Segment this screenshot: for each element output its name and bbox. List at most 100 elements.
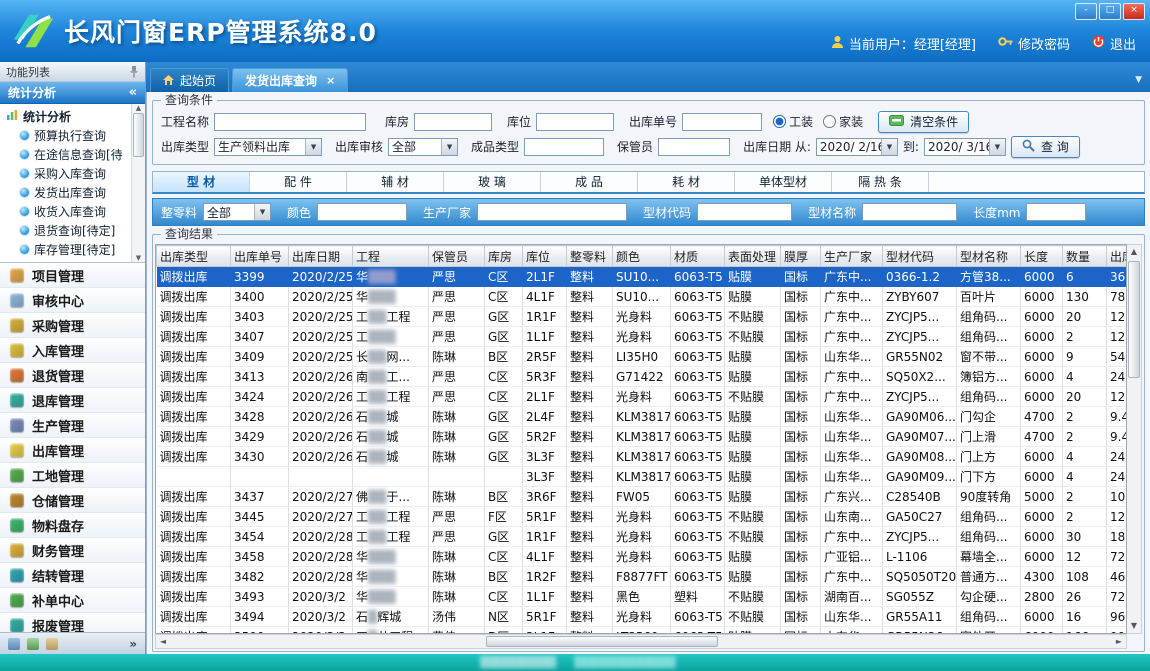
- search-button[interactable]: 查 询: [1011, 136, 1080, 158]
- profile-code-input[interactable]: [697, 203, 792, 221]
- column-header[interactable]: 工程: [353, 246, 429, 267]
- scroll-up-icon[interactable]: ▲: [1131, 245, 1137, 259]
- table-row[interactable]: 调拨出库34092020/2/25长▒▒网...陈琳B区2R5F整料LI35H0…: [157, 347, 1128, 367]
- sidebar-menu-item[interactable]: 退库管理: [0, 388, 145, 413]
- table-row[interactable]: 调拨出库34282020/2/26石▒▒城陈琳G区2L4F整料KLM381760…: [157, 407, 1128, 427]
- table-row[interactable]: 调拨出库34822020/2/28华▒▒▒陈琳B区1R2F整料F8877FT60…: [157, 567, 1128, 587]
- material-tab[interactable]: 隔 热 条: [832, 172, 929, 192]
- manufacturer-input[interactable]: [477, 203, 627, 221]
- zhenglingliao-select[interactable]: 全部▼: [203, 203, 271, 221]
- column-header[interactable]: 整零料: [567, 246, 613, 267]
- tab-active[interactable]: 发货出库查询×: [232, 68, 348, 92]
- clear-conditions-button[interactable]: 清空条件: [878, 111, 969, 133]
- table-row[interactable]: 调拨出库34372020/2/27佛▒▒于...陈琳B区3R6F整料FW0560…: [157, 487, 1128, 507]
- scroll-right-icon[interactable]: ►: [1112, 637, 1126, 646]
- material-tab[interactable]: 辅 材: [347, 172, 444, 192]
- maximize-button[interactable]: □: [1099, 3, 1121, 20]
- column-header[interactable]: 长度: [1021, 246, 1063, 267]
- table-row[interactable]: 调拨出库34302020/2/26石▒▒城陈琳G区3L3F整料KLM381760…: [157, 447, 1128, 467]
- sidebar-menu-item[interactable]: 出库管理: [0, 438, 145, 463]
- folder-view-icon[interactable]: [46, 638, 58, 650]
- audit-select[interactable]: 全部▼: [388, 138, 458, 156]
- material-tab[interactable]: 型 材: [153, 172, 250, 192]
- tab-inactive[interactable]: 起始页: [150, 68, 229, 92]
- table-row[interactable]: 调拨出库34452020/2/27工▒▒工程严思F区5R1F整料光身料6063-…: [157, 507, 1128, 527]
- tree-item[interactable]: 收货入库查询: [6, 202, 130, 221]
- sidebar-menu-item[interactable]: 结转管理: [0, 563, 145, 588]
- gongzhuang-radio-input[interactable]: [773, 115, 786, 128]
- collapse-icon[interactable]: «: [129, 85, 137, 100]
- sidebar-menu-item[interactable]: 入库管理: [0, 338, 145, 363]
- sidebar-menu-item[interactable]: 报废管理: [0, 613, 145, 632]
- tree-scrollbar-thumb[interactable]: [133, 113, 144, 157]
- date-to-picker[interactable]: 2020/ 3/16▼: [924, 138, 1006, 156]
- table-row[interactable]: 调拨出库34542020/2/28工▒▒工程严思G区1R1F整料光身料6063-…: [157, 527, 1128, 547]
- tree-item[interactable]: 发货出库查询: [6, 183, 130, 202]
- scroll-down-icon[interactable]: ▼: [1131, 619, 1137, 633]
- table-row[interactable]: 3L3F整料KLM38176063-T5贴膜国标山东华...GA90M09...…: [157, 467, 1128, 487]
- sidebar-menu-item[interactable]: 审核中心: [0, 288, 145, 313]
- scroll-down-icon[interactable]: ▼: [136, 254, 141, 262]
- tree-scrollbar[interactable]: ▲ ▼: [131, 104, 145, 262]
- location-input[interactable]: [536, 113, 614, 131]
- list-view-icon[interactable]: [8, 638, 20, 650]
- scroll-up-icon[interactable]: ▲: [136, 104, 141, 112]
- sidebar-menu-item[interactable]: 仓储管理: [0, 488, 145, 513]
- change-password-button[interactable]: 修改密码: [998, 34, 1070, 53]
- close-button[interactable]: ×: [1123, 3, 1145, 20]
- monitor-icon[interactable]: [27, 638, 39, 650]
- pin-icon[interactable]: [129, 65, 139, 78]
- material-tab[interactable]: 成 品: [541, 172, 638, 192]
- sidebar-menu-item[interactable]: 生产管理: [0, 413, 145, 438]
- table-row[interactable]: 调拨出库34582020/2/28华▒▒▒陈琳C区4L1F整料光身料6063-T…: [157, 547, 1128, 567]
- h-scrollbar[interactable]: ◄ ►: [155, 634, 1127, 649]
- sidebar-menu-item[interactable]: 退货管理: [0, 363, 145, 388]
- minimize-button[interactable]: -: [1075, 3, 1097, 20]
- column-header[interactable]: 出库单号: [231, 246, 289, 267]
- tree-item[interactable]: 采购入库查询: [6, 164, 130, 183]
- project-name-input[interactable]: [214, 113, 366, 131]
- column-header[interactable]: 保管员: [429, 246, 485, 267]
- table-row[interactable]: 调拨出库34032020/2/25工▒▒工程严思G区1R1F整料光身料6063-…: [157, 307, 1128, 327]
- v-scrollbar-thumb[interactable]: [1128, 261, 1140, 378]
- order-no-input[interactable]: [682, 113, 762, 131]
- column-header[interactable]: 出库长度: [1107, 246, 1128, 267]
- column-header[interactable]: 材质: [671, 246, 725, 267]
- length-input[interactable]: [1026, 203, 1086, 221]
- column-header[interactable]: 型材代码: [883, 246, 957, 267]
- tree-item[interactable]: 预算执行查询: [6, 126, 130, 145]
- table-row[interactable]: 调拨出库34132020/2/26南▒▒工...严思C区5R3F整料G71422…: [157, 367, 1128, 387]
- table-row[interactable]: 调拨出库34932020/3/2华▒▒▒陈琳C区1L1F整料黑色塑料不贴膜国标湖…: [157, 587, 1128, 607]
- tab-list-caret-icon[interactable]: ▼: [1135, 75, 1142, 85]
- column-header[interactable]: 库房: [485, 246, 523, 267]
- out-type-select[interactable]: 生产领料出库▼: [214, 138, 322, 156]
- column-header[interactable]: 出库日期: [289, 246, 353, 267]
- jiazhuang-radio-input[interactable]: [823, 115, 836, 128]
- column-header[interactable]: 膜厚: [781, 246, 821, 267]
- v-scrollbar[interactable]: ▲ ▼: [1127, 244, 1142, 634]
- table-row[interactable]: 调拨出库34072020/2/25工▒▒▒严思G区1L1F整料光身料6063-T…: [157, 327, 1128, 347]
- sidebar-menu-item[interactable]: 工地管理: [0, 463, 145, 488]
- tree-root[interactable]: 统计分析: [6, 107, 130, 126]
- material-tab[interactable]: 玻 璃: [444, 172, 541, 192]
- column-header[interactable]: 型材名称: [957, 246, 1021, 267]
- table-row[interactable]: 调拨出库34002020/2/25华▒▒▒严思C区4L1F整料SU10...60…: [157, 287, 1128, 307]
- date-from-picker[interactable]: 2020/ 2/16▼: [816, 138, 898, 156]
- radio-jiazhuang[interactable]: 家装: [823, 113, 863, 130]
- table-row[interactable]: 调拨出库34292020/2/26石▒▒城陈琳G区5R2F整料KLM381760…: [157, 427, 1128, 447]
- table-row[interactable]: 调拨出库35002020/3/3工▒共工程曹佳D区3L1F整料LT3P60606…: [157, 627, 1128, 635]
- radio-gongzhuang[interactable]: 工装: [773, 113, 813, 130]
- material-tab[interactable]: 单体型材: [735, 172, 832, 192]
- sidebar-menu-item[interactable]: 项目管理: [0, 263, 145, 288]
- material-tab[interactable]: 耗 材: [638, 172, 735, 192]
- tree-item[interactable]: 在途信息查询[待: [6, 145, 130, 164]
- column-header[interactable]: 数量: [1063, 246, 1107, 267]
- logout-button[interactable]: 退出: [1092, 34, 1136, 53]
- sidebar-menu-item[interactable]: 补单中心: [0, 588, 145, 613]
- keeper-input[interactable]: [658, 138, 730, 156]
- h-scrollbar-thumb[interactable]: [486, 636, 718, 647]
- column-header[interactable]: 表面处理: [725, 246, 781, 267]
- column-header[interactable]: 颜色: [613, 246, 671, 267]
- sidebar-menu-item[interactable]: 财务管理: [0, 538, 145, 563]
- table-row[interactable]: 调拨出库34242020/2/26工▒▒工程严思C区2L1F整料光身料6063-…: [157, 387, 1128, 407]
